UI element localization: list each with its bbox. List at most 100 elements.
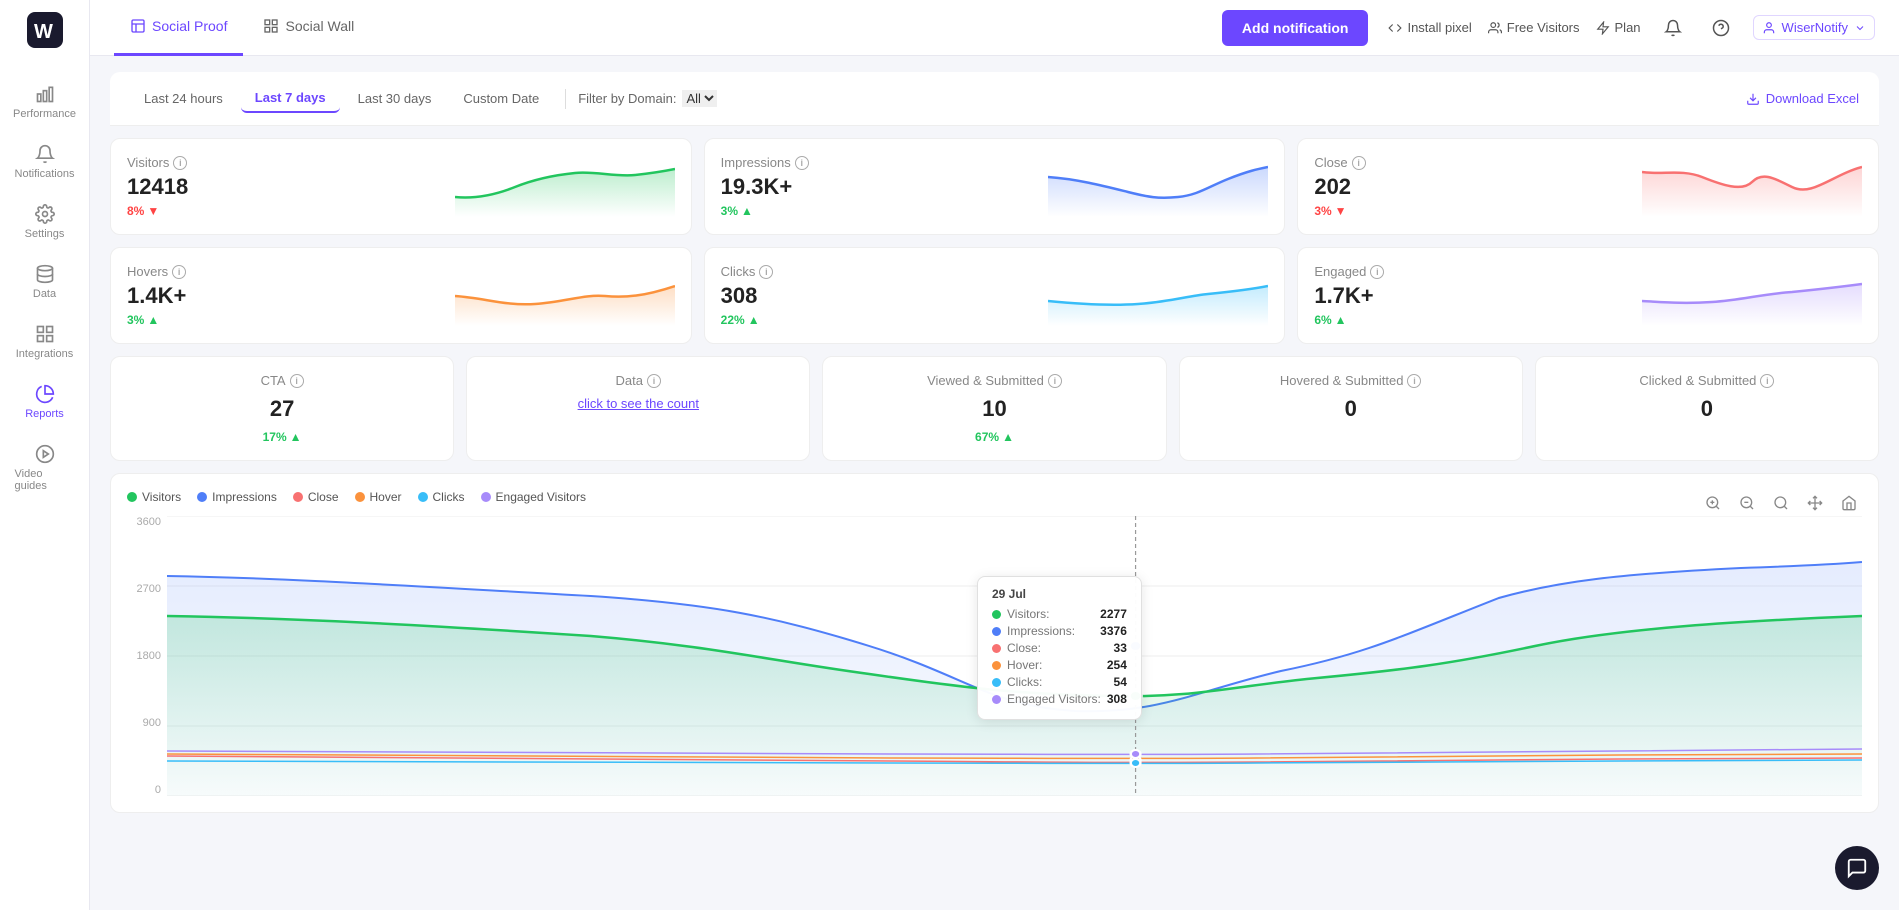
main-chart-area: 3600 2700 1800 900 0 bbox=[127, 516, 1862, 796]
bottom-stats-row: CTA i 27 17% ▲ Data i click to see the c… bbox=[110, 356, 1879, 461]
bottom-stat-cta: CTA i 27 17% ▲ bbox=[110, 356, 454, 461]
sidebar: W Performance Notifications Settings Dat… bbox=[0, 0, 90, 910]
chart-y-axis: 3600 2700 1800 900 0 bbox=[127, 516, 167, 796]
close-info-icon[interactable]: i bbox=[1352, 156, 1366, 170]
stat-hovers: Hovers i 1.4K+ 3% ▲ bbox=[110, 247, 692, 344]
hovers-trend-icon: ▲ bbox=[147, 313, 159, 327]
download-excel-button[interactable]: Download Excel bbox=[1746, 91, 1859, 106]
legend-item-impressions: Impressions bbox=[197, 490, 277, 504]
visitors-trend-icon: ▼ bbox=[147, 204, 159, 218]
cta-label: CTA bbox=[261, 373, 286, 388]
data-info-icon[interactable]: i bbox=[647, 374, 661, 388]
chat-bubble-button[interactable] bbox=[1835, 846, 1879, 890]
bottom-stat-hovered-submitted: Hovered & Submitted i 0 bbox=[1179, 356, 1523, 461]
legend-item-clicks: Clicks bbox=[418, 490, 465, 504]
clicks-info-icon[interactable]: i bbox=[759, 265, 773, 279]
filter-bar: Last 24 hours Last 7 days Last 30 days C… bbox=[110, 72, 1879, 126]
chart-header: VisitorsImpressionsCloseHoverClicksEngag… bbox=[127, 490, 1862, 516]
plan-action[interactable]: Plan bbox=[1596, 20, 1641, 35]
filter-tab-30d[interactable]: Last 30 days bbox=[344, 85, 446, 112]
legend-item-visitors: Visitors bbox=[127, 490, 181, 504]
clicks-trend-icon: ▲ bbox=[748, 313, 760, 327]
sidebar-item-settings[interactable]: Settings bbox=[7, 194, 83, 250]
sidebar-item-reports[interactable]: Reports bbox=[7, 374, 83, 430]
chart-zoom-out-icon[interactable] bbox=[1734, 490, 1760, 516]
tab-social-wall[interactable]: Social Wall bbox=[247, 0, 370, 56]
stat-visitors: Visitors i 12418 8% ▼ bbox=[110, 138, 692, 235]
filter-tab-custom[interactable]: Custom Date bbox=[449, 85, 553, 112]
impressions-chart bbox=[1048, 157, 1268, 217]
chart-zoom-in-icon[interactable] bbox=[1700, 490, 1726, 516]
bottom-stat-clicked-submitted: Clicked & Submitted i 0 bbox=[1535, 356, 1879, 461]
page-content: Last 24 hours Last 7 days Last 30 days C… bbox=[90, 56, 1899, 910]
user-badge[interactable]: WiserNotify bbox=[1753, 15, 1875, 40]
free-visitors-action[interactable]: Free Visitors bbox=[1488, 20, 1580, 35]
clicks-value: 308 bbox=[721, 283, 774, 309]
hovers-change: 3% ▲ bbox=[127, 313, 186, 327]
close-label: Close bbox=[1314, 155, 1347, 170]
hovered-submitted-info-icon[interactable]: i bbox=[1407, 374, 1421, 388]
clicked-submitted-info-icon[interactable]: i bbox=[1760, 374, 1774, 388]
engaged-info-icon[interactable]: i bbox=[1370, 265, 1384, 279]
app-logo: W bbox=[27, 12, 63, 54]
add-notification-button[interactable]: Add notification bbox=[1222, 10, 1369, 46]
sidebar-item-data-label: Data bbox=[33, 288, 56, 300]
main-content: Social Proof Social Wall Add notificatio… bbox=[90, 0, 1899, 910]
clicks-label: Clicks bbox=[721, 264, 756, 279]
chart-controls bbox=[1700, 490, 1862, 516]
data-link[interactable]: click to see the count bbox=[578, 396, 699, 411]
filter-domain: Filter by Domain: All bbox=[578, 90, 717, 107]
viewed-submitted-info-icon[interactable]: i bbox=[1048, 374, 1062, 388]
help-icon-button[interactable] bbox=[1705, 12, 1737, 44]
visitors-info-icon[interactable]: i bbox=[173, 156, 187, 170]
viewed-submitted-value: 10 bbox=[982, 396, 1006, 422]
top-navigation: Social Proof Social Wall Add notificatio… bbox=[90, 0, 1899, 56]
legend-item-engaged-visitors: Engaged Visitors bbox=[481, 490, 587, 504]
engaged-trend-icon: ▲ bbox=[1335, 313, 1347, 327]
close-value: 202 bbox=[1314, 174, 1365, 200]
visitors-value: 12418 bbox=[127, 174, 188, 200]
impressions-info-icon[interactable]: i bbox=[795, 156, 809, 170]
sidebar-item-reports-label: Reports bbox=[25, 408, 64, 420]
clicks-chart bbox=[1048, 266, 1268, 326]
filter-tab-7d[interactable]: Last 7 days bbox=[241, 84, 340, 113]
visitors-label: Visitors bbox=[127, 155, 169, 170]
close-trend-icon: ▼ bbox=[1335, 204, 1347, 218]
chart-search-icon[interactable] bbox=[1768, 490, 1794, 516]
sidebar-item-data[interactable]: Data bbox=[7, 254, 83, 310]
chart-reset-icon[interactable] bbox=[1836, 490, 1862, 516]
install-pixel-action[interactable]: Install pixel bbox=[1388, 20, 1471, 35]
cta-value: 27 bbox=[270, 396, 294, 422]
chart-svg bbox=[167, 516, 1862, 796]
notifications-icon-button[interactable] bbox=[1657, 12, 1689, 44]
cta-info-icon[interactable]: i bbox=[290, 374, 304, 388]
hovers-chart bbox=[455, 266, 675, 326]
visitors-change: 8% ▼ bbox=[127, 204, 188, 218]
visitors-chart bbox=[455, 157, 675, 217]
domain-select[interactable]: All bbox=[682, 90, 717, 107]
sidebar-item-performance[interactable]: Performance bbox=[7, 74, 83, 130]
bottom-stat-data: Data i click to see the count bbox=[466, 356, 810, 461]
viewed-submitted-change: 67% ▲ bbox=[975, 430, 1014, 444]
sidebar-item-video-guides[interactable]: Video guides bbox=[7, 434, 83, 502]
filter-tab-24h[interactable]: Last 24 hours bbox=[130, 85, 237, 112]
engaged-label: Engaged bbox=[1314, 264, 1366, 279]
sidebar-item-notifications-label: Notifications bbox=[15, 168, 75, 180]
chart-pan-icon[interactable] bbox=[1802, 490, 1828, 516]
close-chart bbox=[1642, 157, 1862, 217]
impressions-label: Impressions bbox=[721, 155, 791, 170]
data-label: Data bbox=[616, 373, 643, 388]
engaged-chart bbox=[1642, 266, 1862, 326]
clicked-submitted-value: 0 bbox=[1701, 396, 1713, 422]
sidebar-item-integrations[interactable]: Integrations bbox=[7, 314, 83, 370]
stats-row-2: Hovers i 1.4K+ 3% ▲ bbox=[110, 247, 1879, 344]
svg-text:W: W bbox=[34, 21, 53, 43]
close-change: 3% ▼ bbox=[1314, 204, 1365, 218]
hovers-info-icon[interactable]: i bbox=[172, 265, 186, 279]
stat-close: Close i 202 3% ▼ bbox=[1297, 138, 1879, 235]
stat-impressions: Impressions i 19.3K+ 3% ▲ bbox=[704, 138, 1286, 235]
chart-svg-wrapper: 29 Jul Visitors:2277Impressions:3376Clos… bbox=[167, 516, 1862, 796]
sidebar-item-notifications[interactable]: Notifications bbox=[7, 134, 83, 190]
tab-social-proof[interactable]: Social Proof bbox=[114, 0, 243, 56]
hovers-label: Hovers bbox=[127, 264, 168, 279]
